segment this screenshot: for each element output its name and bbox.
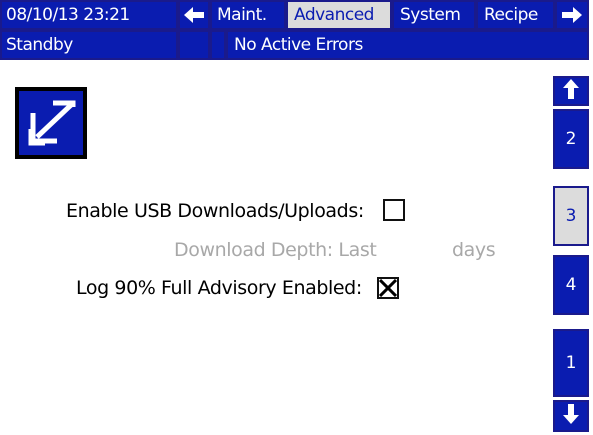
page-button-4[interactable]: 4 bbox=[553, 255, 589, 315]
datetime-display: 08/10/13 23:21 bbox=[0, 0, 178, 30]
status-mode: Standby bbox=[0, 30, 178, 60]
error-status: No Active Errors bbox=[226, 30, 589, 60]
status-spacer-b bbox=[210, 30, 226, 60]
checkmark-x-icon bbox=[379, 279, 397, 297]
arrow-right-icon bbox=[562, 7, 582, 23]
page-label: 2 bbox=[565, 129, 577, 149]
usb-downloads-label: Enable USB Downloads/Uploads: bbox=[66, 200, 364, 222]
tab-advanced[interactable]: Advanced bbox=[286, 0, 392, 30]
page-label: 4 bbox=[565, 275, 577, 295]
arrow-up-icon bbox=[563, 78, 579, 104]
download-depth-unit: days bbox=[452, 239, 496, 261]
log-advisory-label: Log 90% Full Advisory Enabled: bbox=[76, 277, 362, 299]
tab-maint[interactable]: Maint. bbox=[210, 0, 286, 30]
status-spacer-a bbox=[178, 30, 210, 60]
log-advisory-checkbox[interactable] bbox=[377, 277, 399, 299]
page-label: 1 bbox=[565, 353, 577, 373]
arrow-left-icon bbox=[184, 7, 204, 23]
page-button-1[interactable]: 1 bbox=[553, 329, 589, 397]
usb-downloads-checkbox[interactable] bbox=[383, 199, 405, 221]
side-gap-2 bbox=[553, 169, 589, 186]
edit-screen-icon[interactable] bbox=[15, 87, 87, 159]
page-up-button[interactable] bbox=[553, 76, 589, 106]
side-gap-3 bbox=[553, 246, 589, 255]
page-label: 3 bbox=[565, 206, 577, 226]
side-gap-4 bbox=[553, 315, 589, 329]
tab-system[interactable]: System bbox=[392, 0, 476, 30]
page-down-button[interactable] bbox=[553, 400, 589, 432]
tab-recipe[interactable]: Recipe bbox=[476, 0, 555, 30]
page-button-3[interactable]: 3 bbox=[553, 186, 589, 246]
prev-tab-button[interactable] bbox=[178, 0, 210, 30]
next-tab-button[interactable] bbox=[555, 0, 589, 30]
download-depth-label: Download Depth: Last bbox=[174, 239, 377, 261]
page-button-2[interactable]: 2 bbox=[553, 109, 589, 169]
arrow-down-icon bbox=[563, 403, 579, 429]
